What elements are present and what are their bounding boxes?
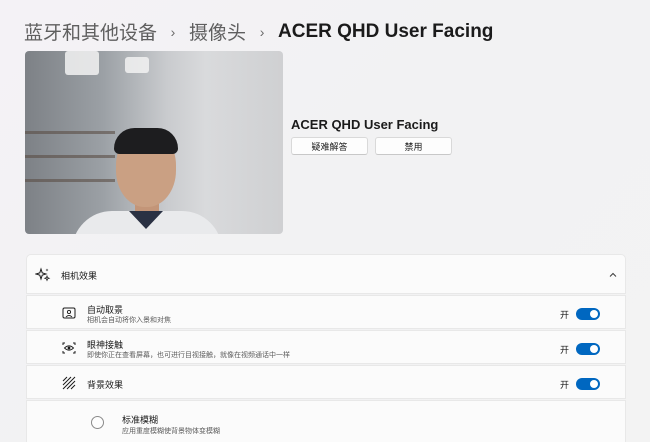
chevron-right-icon: ›: [259, 23, 265, 40]
breadcrumb-bluetooth-devices[interactable]: 蓝牙和其他设备: [24, 18, 157, 45]
sparkle-icon: [34, 267, 51, 283]
auto-framing-icon: [61, 305, 77, 321]
chevron-up-icon[interactable]: [607, 268, 619, 280]
eye-contact-state: 开: [560, 345, 570, 355]
standard-blur-description: 应用重度模糊使背景物体变模糊: [122, 428, 220, 435]
breadcrumb: 蓝牙和其他设备 › 摄像头 › ACER QHD User Facing: [24, 18, 493, 45]
background-shelf: [25, 179, 115, 182]
background-effects-row: 背景效果 开: [26, 365, 626, 399]
background-shelf: [25, 131, 115, 134]
standard-blur-title: 标准模糊: [122, 415, 159, 425]
standard-blur-row: 标准模糊 应用重度模糊使背景物体变模糊: [26, 400, 626, 442]
eye-contact-icon: [61, 340, 77, 356]
background-effects-title: 背景效果: [87, 380, 124, 390]
toggle-knob: [590, 310, 598, 318]
ceiling-light: [125, 57, 149, 73]
camera-preview: [25, 51, 283, 234]
standard-blur-radio[interactable]: [91, 416, 104, 429]
ceiling-light: [65, 51, 99, 75]
auto-framing-description: 相机会自动将你入景和对焦: [87, 317, 171, 324]
chevron-right-icon: ›: [170, 23, 176, 40]
breadcrumb-cameras[interactable]: 摄像头: [189, 18, 246, 45]
troubleshoot-button[interactable]: 疑难解答: [291, 137, 368, 155]
background-shelf: [25, 155, 115, 158]
page-title: ACER QHD User Facing: [278, 20, 494, 42]
background-effects-icon: [61, 375, 77, 391]
toggle-knob: [590, 345, 598, 353]
auto-framing-state: 开: [560, 310, 570, 320]
person-hair: [114, 128, 178, 154]
background-effects-state: 开: [560, 380, 570, 390]
device-name: ACER QHD User Facing: [291, 117, 439, 132]
eye-contact-row: 眼神接触 即使你正在查看屏幕，也可进行目视接触，就像在视频通话中一样 开: [26, 330, 626, 364]
background-effects-toggle[interactable]: [576, 378, 600, 390]
camera-effects-header[interactable]: 相机效果: [26, 254, 626, 294]
camera-effects-title: 相机效果: [61, 271, 98, 281]
auto-framing-row: 自动取景 相机会自动将你入景和对焦 开: [26, 295, 626, 329]
eye-contact-toggle[interactable]: [576, 343, 600, 355]
disable-button[interactable]: 禁用: [375, 137, 452, 155]
auto-framing-toggle[interactable]: [576, 308, 600, 320]
camera-effects-panel: 相机效果 自动取景 相机会自动将你入景和对焦 开 眼神接触 即使你正在查看屏幕，…: [26, 254, 626, 442]
eye-contact-description: 即使你正在查看屏幕，也可进行目视接触，就像在视频通话中一样: [87, 352, 290, 359]
toggle-knob: [590, 380, 598, 388]
